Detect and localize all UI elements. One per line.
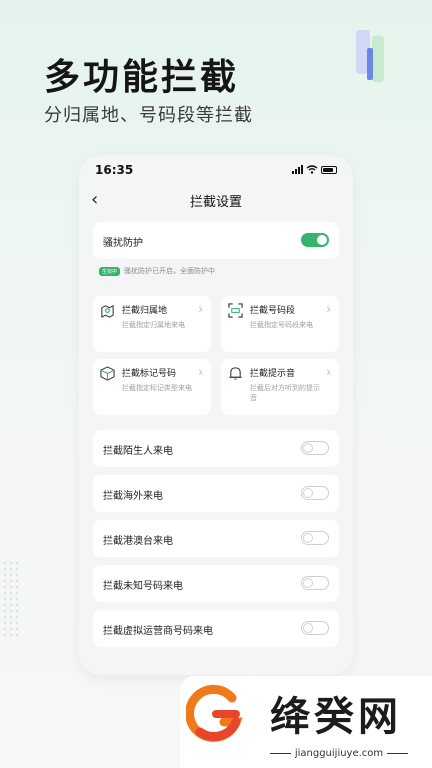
chevron-right-icon: ›	[198, 302, 203, 316]
toggle-row-unknown[interactable]: 拦截未知号码来电	[93, 565, 339, 602]
harass-protection-toggle[interactable]	[301, 233, 329, 247]
feature-block-tone[interactable]: 拦截提示音 拦截后对方听到的提示音 ›	[221, 359, 339, 415]
status-bar: 16:35	[79, 155, 353, 187]
feature-title: 拦截提示音	[250, 369, 296, 379]
toggle-row-label: 拦截虚拟运营商号码来电	[103, 626, 213, 637]
scan-icon	[227, 302, 243, 318]
cube-icon	[99, 365, 115, 381]
hero-title: 多功能拦截	[44, 57, 240, 98]
toggle-switch[interactable]	[301, 441, 329, 455]
status-icons	[292, 165, 337, 174]
brand-url-text: jiangguijiuye.com	[294, 748, 384, 759]
toggle-row-virtual[interactable]: 拦截虚拟运营商号码来电	[93, 610, 339, 647]
toggle-row-label: 拦截海外来电	[103, 491, 163, 502]
nav-bar: ‹ 拦截设置	[79, 187, 353, 215]
toggle-switch[interactable]	[301, 486, 329, 500]
feature-desc: 拦截指定归属地来电	[122, 321, 185, 329]
chevron-right-icon: ›	[198, 365, 203, 379]
decorative-bars-icon	[356, 30, 396, 86]
toggle-row-hmt[interactable]: 拦截港澳台来电	[93, 520, 339, 557]
brand-url: jiangguijiuye.com	[270, 748, 408, 759]
toggle-row-label: 拦截陌生人来电	[103, 446, 173, 457]
wifi-icon	[306, 165, 318, 174]
toggle-switch[interactable]	[301, 531, 329, 545]
harass-protection-label: 骚扰防护	[103, 238, 143, 249]
feature-desc: 拦截后对方听到的提示音	[250, 384, 320, 402]
feature-title: 拦截归属地	[122, 306, 168, 316]
status-text: 骚扰防护已开启，全面防护中	[124, 267, 216, 275]
toggle-switch[interactable]	[301, 576, 329, 590]
toggle-row-label: 拦截港澳台来电	[103, 536, 173, 547]
map-pin-icon	[99, 302, 115, 318]
toggle-row-stranger[interactable]: 拦截陌生人来电	[93, 430, 339, 467]
feature-block-segment[interactable]: 拦截号码段 拦截指定号码段来电 ›	[221, 296, 339, 352]
status-time: 16:35	[95, 163, 134, 177]
phone-mockup: 16:35 ‹ 拦截设置 骚扰防护 生效中 骚扰防护已开启，全面防护中 拦截归属…	[79, 155, 353, 675]
protection-status: 生效中 骚扰防护已开启，全面防护中	[99, 266, 215, 276]
toggle-row-overseas[interactable]: 拦截海外来电	[93, 475, 339, 512]
signal-icon	[292, 165, 303, 174]
feature-block-marked[interactable]: 拦截标记号码 拦截指定标记类型来电 ›	[93, 359, 211, 415]
page-title: 拦截设置	[189, 195, 242, 210]
status-badge: 生效中	[99, 266, 121, 276]
decorative-dots	[2, 560, 20, 640]
chevron-right-icon: ›	[326, 302, 331, 316]
feature-block-location[interactable]: 拦截归属地 拦截指定归属地来电 ›	[93, 296, 211, 352]
feature-desc: 拦截指定号码段来电	[250, 321, 313, 329]
brand-name: 绛癸网	[270, 693, 402, 740]
toggle-row-label: 拦截未知号码来电	[103, 581, 183, 592]
chevron-right-icon: ›	[326, 365, 331, 379]
battery-icon	[321, 165, 337, 174]
feature-desc: 拦截指定标记类型来电	[122, 384, 192, 392]
hero-subtitle: 分归属地、号码段等拦截	[44, 105, 253, 126]
feature-title: 拦截号码段	[250, 306, 296, 316]
brand-logo-icon	[186, 684, 243, 742]
toggle-switch[interactable]	[301, 621, 329, 635]
feature-title: 拦截标记号码	[122, 369, 177, 379]
brand-watermark: 绛癸网 jiangguijiuye.com	[180, 676, 432, 768]
bell-icon	[227, 365, 243, 381]
harass-protection-card[interactable]: 骚扰防护	[93, 222, 339, 259]
